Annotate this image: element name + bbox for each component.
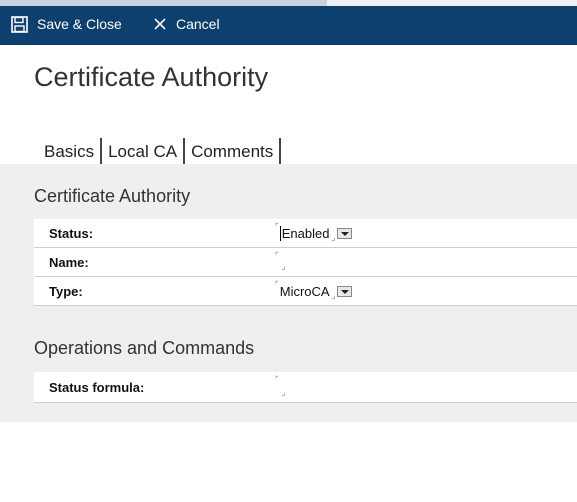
text-cursor xyxy=(279,225,281,241)
field-open-marker: ⌜ xyxy=(275,375,279,384)
section-title-certificate-authority: Certificate Authority xyxy=(34,186,191,206)
page-title: Certificate Authority xyxy=(34,62,269,92)
cancel-label: Cancel xyxy=(176,16,220,32)
type-dropdown[interactable]: ⌜ MicroCA ⌟ xyxy=(275,277,353,305)
tab-basics[interactable]: Basics xyxy=(38,138,103,165)
field-open-marker: ⌜ xyxy=(275,280,279,289)
save-close-label: Save & Close xyxy=(37,16,122,32)
status-formula-label: Status formula: xyxy=(49,379,145,395)
field-close-marker: ⌟ xyxy=(281,388,286,397)
type-row: Type: ⌜ MicroCA ⌟ xyxy=(34,277,577,306)
field-open-marker: ⌜ xyxy=(275,222,279,231)
chevron-down-icon[interactable] xyxy=(337,227,353,239)
save-close-button[interactable]: Save & Close xyxy=(11,14,122,34)
close-icon xyxy=(153,17,167,31)
tab-comments[interactable]: Comments xyxy=(185,138,282,165)
name-row: Name: ⌜ ⌟ xyxy=(34,248,577,277)
name-field[interactable]: ⌜ ⌟ xyxy=(275,248,286,276)
status-label: Status: xyxy=(49,225,94,241)
certificate-authority-fields: Status: ⌜ Enabled ⌟ Name: ⌜ ⌟ Type: ⌜ Mi… xyxy=(34,219,577,306)
status-dropdown[interactable]: ⌜ Enabled ⌟ xyxy=(275,219,353,247)
form-panel: Certificate Authority Status: ⌜ Enabled … xyxy=(0,164,577,422)
status-formula-field[interactable]: ⌜ ⌟ xyxy=(275,372,286,402)
action-bar: Save & Close Cancel xyxy=(0,0,577,45)
status-value: Enabled xyxy=(281,225,330,241)
type-value: MicroCA xyxy=(279,283,330,299)
field-close-marker: ⌟ xyxy=(331,291,336,300)
status-formula-row: Status formula: ⌜ ⌟ xyxy=(34,372,577,403)
cancel-button[interactable]: Cancel xyxy=(153,14,220,34)
chevron-down-icon[interactable] xyxy=(337,285,353,297)
field-open-marker: ⌜ xyxy=(275,251,279,260)
tab-local-ca[interactable]: Local CA xyxy=(102,138,186,165)
type-label: Type: xyxy=(49,283,83,299)
tab-bar: Basics Local CA Comments xyxy=(38,138,282,165)
window-strip xyxy=(327,0,577,6)
section-title-operations: Operations and Commands xyxy=(34,338,255,358)
field-close-marker: ⌟ xyxy=(331,233,336,242)
operations-fields: Status formula: ⌜ ⌟ xyxy=(34,372,577,403)
field-close-marker: ⌟ xyxy=(281,262,286,271)
name-label: Name: xyxy=(49,254,89,270)
floppy-disk-icon xyxy=(11,15,28,33)
status-row: Status: ⌜ Enabled ⌟ xyxy=(34,219,577,248)
